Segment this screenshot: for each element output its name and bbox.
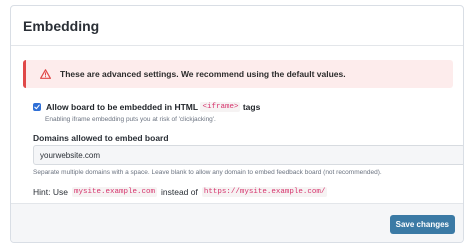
checkmark-icon bbox=[34, 104, 40, 110]
hint-middle: instead of bbox=[160, 187, 198, 197]
domains-input-value: yourwebsite.com bbox=[40, 150, 101, 160]
iframe-code: <iframe> bbox=[200, 102, 241, 112]
clickjacking-help: Enabling iframe embedding puts you at ri… bbox=[45, 116, 216, 123]
panel-header: Embedding bbox=[11, 6, 463, 46]
embed-option-row: Allow board to be embedded in HTML <ifra… bbox=[33, 102, 260, 112]
allow-embed-label-suffix: tags bbox=[242, 102, 261, 112]
allow-embed-checkbox[interactable] bbox=[33, 103, 41, 111]
warning-triangle-icon bbox=[40, 69, 51, 79]
panel-title: Embedding bbox=[23, 18, 100, 34]
hint-code-good: mysite.example.com bbox=[71, 187, 157, 197]
embedding-panel: Embedding These are advanced settings. W… bbox=[10, 5, 464, 243]
domains-help: Separate multiple domains with a space. … bbox=[33, 169, 382, 176]
warning-alert: These are advanced settings. We recommen… bbox=[23, 60, 453, 88]
domains-hint: Hint: Use mysite.example.com instead of … bbox=[33, 187, 331, 197]
panel-footer: Save changes bbox=[11, 203, 463, 242]
hint-prefix: Hint: Use bbox=[33, 187, 68, 197]
save-changes-button[interactable]: Save changes bbox=[389, 215, 455, 234]
alert-text: These are advanced settings. We recommen… bbox=[60, 69, 346, 79]
domains-input[interactable]: yourwebsite.com bbox=[33, 145, 463, 165]
hint-code-bad: https://mysite.example.com/ bbox=[201, 187, 328, 197]
domains-label: Domains allowed to embed board bbox=[33, 133, 169, 143]
allow-embed-label: Allow board to be embedded in HTML bbox=[46, 102, 199, 112]
